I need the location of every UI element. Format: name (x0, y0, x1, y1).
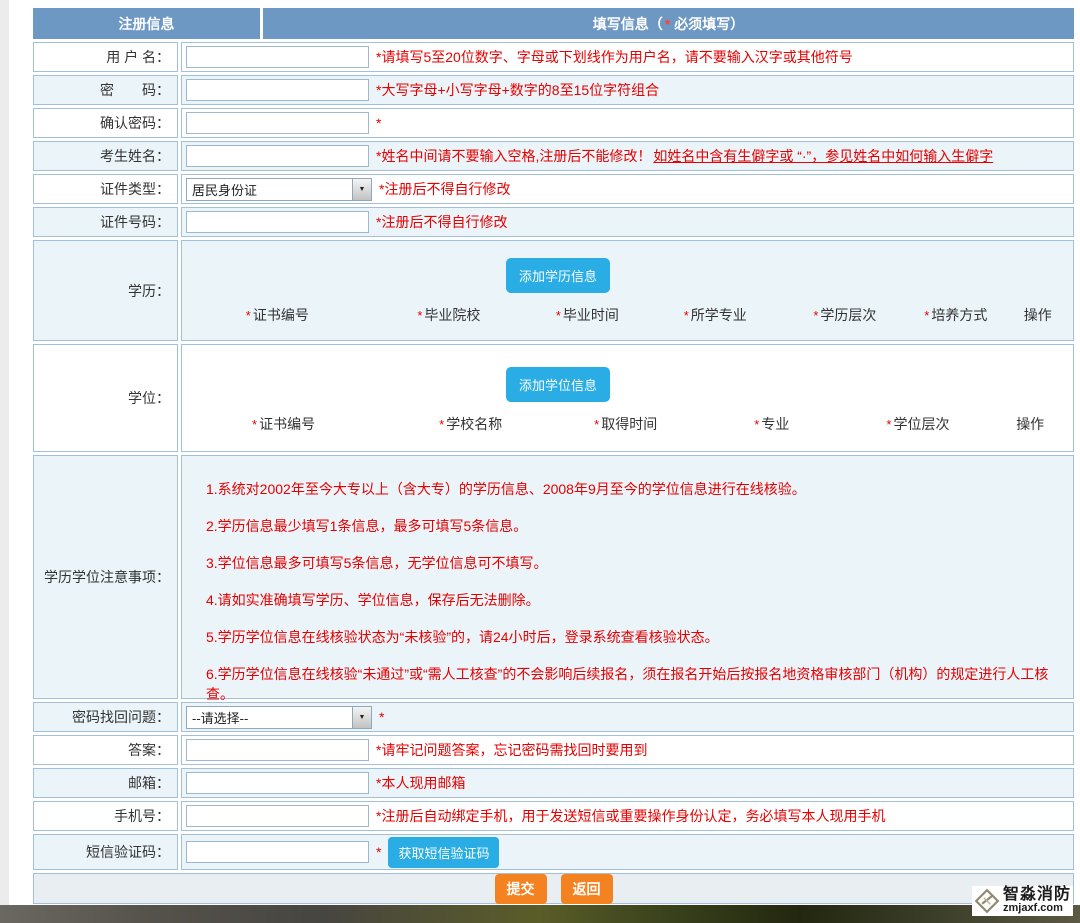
id-number-label: 证件号码： (100, 212, 170, 232)
candidate-name-label: 考生姓名： (100, 146, 170, 166)
notes-label: 学历学位注意事项： (44, 567, 170, 587)
education-label: 学历： (128, 281, 170, 301)
logo-domain: zmjaxf.com (1003, 903, 1071, 915)
mobile-input[interactable] (186, 805, 369, 827)
zmjaxf-logo-icon (974, 888, 1000, 914)
mobile-row: 手机号： *注册后自动绑定手机，用于发送短信或重要操作身份认定，务必填写本人现用… (33, 801, 1074, 831)
candidate-name-row: 考生姓名： *姓名中间请不要输入空格,注册后不能修改！如姓名中含有生僻字或 “·… (33, 141, 1074, 171)
recovery-question-label: 密码找回问题： (72, 707, 170, 727)
confirm-password-row: 确认密码： * (33, 108, 1074, 138)
confirm-password-label: 确认密码： (100, 113, 170, 133)
bottom-photo-strip (0, 905, 1080, 923)
confirm-password-input[interactable] (186, 112, 369, 134)
header-left-cell: 注册信息 (33, 8, 260, 39)
password-hint: *大写字母+小写字母+数字的8至15位字符组合 (376, 80, 659, 100)
dropdown-arrow-icon: ▼ (352, 179, 371, 200)
footer-row: 提交 返回 (33, 873, 1074, 904)
education-col-cert-no: *证书编号 (182, 305, 373, 325)
back-button[interactable]: 返回 (561, 874, 613, 904)
degree-col-major: *专业 (695, 414, 848, 434)
header-right-suffix: 必须填写） (674, 14, 744, 34)
answer-input[interactable] (186, 739, 369, 761)
note-item-6: 6.学历学位信息在线核验“未通过”或“需人工核查”的不会影响后续报名，须在报名开… (206, 664, 1063, 704)
degree-columns-header: *证书编号 *学校名称 *取得时间 *专业 *学位层次 操作 (182, 414, 1073, 434)
education-col-grad-time: *毕业时间 (525, 305, 650, 325)
zmjaxf-logo: 智淼消防 zmjaxf.com (972, 886, 1073, 916)
degree-col-obtain-time: *取得时间 (556, 414, 695, 434)
id-number-row: 证件号码： *注册后不得自行修改 (33, 207, 1074, 237)
id-type-row: 证件类型： 居民身份证 ▼ *注册后不得自行修改 (33, 174, 1074, 204)
mobile-label: 手机号： (114, 806, 170, 826)
degree-col-level: *学位层次 (848, 414, 987, 434)
table-header-row: 注册信息 填写信息（* 必须填写） (33, 8, 1074, 39)
degree-label: 学位： (128, 388, 170, 408)
notes-row: 学历学位注意事项： 1.系统对2002年至今大专以上（含大专）的学历信息、200… (33, 455, 1074, 699)
candidate-name-hint: *姓名中间请不要输入空格,注册后不能修改！ (376, 146, 651, 166)
email-label: 邮箱： (128, 773, 170, 793)
id-type-label: 证件类型： (100, 179, 170, 199)
confirm-password-hint: * (376, 115, 381, 131)
header-right-prefix: 填写信息（ (593, 14, 663, 34)
password-row: 密 码： *大写字母+小写字母+数字的8至15位字符组合 (33, 75, 1074, 105)
registration-form-table: 注册信息 填写信息（* 必须填写） 用 户 名： *请填写5至20位数字、字母或… (33, 8, 1074, 904)
email-input[interactable] (186, 772, 369, 794)
note-item-5: 5.学历学位信息在线核验状态为“未核验”的，请24小时后，登录系统查看核验状态。 (206, 627, 719, 647)
id-type-selected-value: 居民身份证 (192, 180, 257, 199)
education-col-operation: 操作 (1003, 305, 1073, 325)
sms-code-hint: * (376, 844, 381, 860)
education-col-level: *学历层次 (781, 305, 909, 325)
answer-hint: *请牢记问题答案，忘记密码需找回时要用到 (376, 740, 647, 760)
note-item-2: 2.学历信息最少填写1条信息，最多可填写5条信息。 (206, 516, 527, 536)
add-education-button[interactable]: 添加学历信息 (506, 258, 610, 293)
answer-label: 答案： (128, 740, 170, 760)
rare-character-help-link[interactable]: 如姓名中含有生僻字或 “·”，参见姓名中如何输入生僻字 (653, 146, 993, 166)
education-row: 学历： 添加学历信息 *证书编号 *毕业院校 *毕业时间 *所学专业 *学历层次… (33, 240, 1074, 341)
sms-code-label: 短信验证码： (86, 842, 170, 862)
header-left-title: 注册信息 (119, 14, 175, 34)
id-type-hint: *注册后不得自行修改 (379, 179, 510, 199)
mobile-hint: *注册后自动绑定手机，用于发送短信或重要操作身份认定，务必填写本人现用手机 (376, 806, 885, 826)
registration-page: 注册信息 填写信息（* 必须填写） 用 户 名： *请填写5至20位数字、字母或… (0, 0, 1080, 923)
degree-col-operation: 操作 (987, 414, 1073, 434)
dropdown-arrow-icon: ▼ (352, 707, 371, 728)
id-number-input[interactable] (186, 211, 369, 233)
get-sms-code-button[interactable]: 获取短信验证码 (388, 837, 499, 868)
password-label: 密 码： (100, 80, 170, 100)
header-right-cell: 填写信息（* 必须填写） (263, 8, 1074, 39)
candidate-name-input[interactable] (186, 145, 369, 167)
required-star: * (665, 16, 670, 32)
education-columns-header: *证书编号 *毕业院校 *毕业时间 *所学专业 *学历层次 *培养方式 操作 (182, 305, 1073, 325)
page-left-margin (0, 0, 9, 905)
username-hint: *请填写5至20位数字、字母或下划线作为用户名，请不要输入汉字或其他符号 (376, 47, 853, 67)
answer-row: 答案： *请牢记问题答案，忘记密码需找回时要用到 (33, 735, 1074, 765)
id-type-select[interactable]: 居民身份证 ▼ (186, 178, 372, 201)
recovery-question-row: 密码找回问题： --请选择-- ▼ * (33, 702, 1074, 732)
sms-code-row: 短信验证码： * 获取短信验证码 (33, 834, 1074, 870)
sms-code-input[interactable] (186, 841, 369, 863)
education-col-training-mode: *培养方式 (909, 305, 1003, 325)
degree-col-school-name: *学校名称 (385, 414, 556, 434)
username-label: 用 户 名： (106, 47, 170, 67)
id-number-hint: *注册后不得自行修改 (376, 212, 507, 232)
logo-title: 智淼消防 (1003, 887, 1071, 904)
email-hint: *本人现用邮箱 (376, 773, 465, 793)
degree-col-cert-no: *证书编号 (182, 414, 385, 434)
note-item-3: 3.学位信息最多可填写5条信息，无学位信息可不填写。 (206, 553, 547, 573)
password-input[interactable] (186, 79, 369, 101)
recovery-question-selected-value: --请选择-- (192, 708, 248, 727)
education-col-major: *所学专业 (650, 305, 781, 325)
note-item-1: 1.系统对2002年至今大专以上（含大专）的学历信息、2008年9月至今的学位信… (206, 479, 806, 499)
note-item-4: 4.请如实准确填写学历、学位信息，保存后无法删除。 (206, 590, 540, 610)
username-input[interactable] (186, 46, 369, 68)
recovery-question-hint: * (379, 709, 384, 725)
education-col-school: *毕业院校 (373, 305, 525, 325)
recovery-question-select[interactable]: --请选择-- ▼ (186, 706, 372, 729)
email-row: 邮箱： *本人现用邮箱 (33, 768, 1074, 798)
add-degree-button[interactable]: 添加学位信息 (506, 367, 610, 402)
degree-row: 学位： 添加学位信息 *证书编号 *学校名称 *取得时间 *专业 *学位层次 操… (33, 344, 1074, 452)
submit-button[interactable]: 提交 (495, 874, 547, 904)
username-row: 用 户 名： *请填写5至20位数字、字母或下划线作为用户名，请不要输入汉字或其… (33, 42, 1074, 72)
